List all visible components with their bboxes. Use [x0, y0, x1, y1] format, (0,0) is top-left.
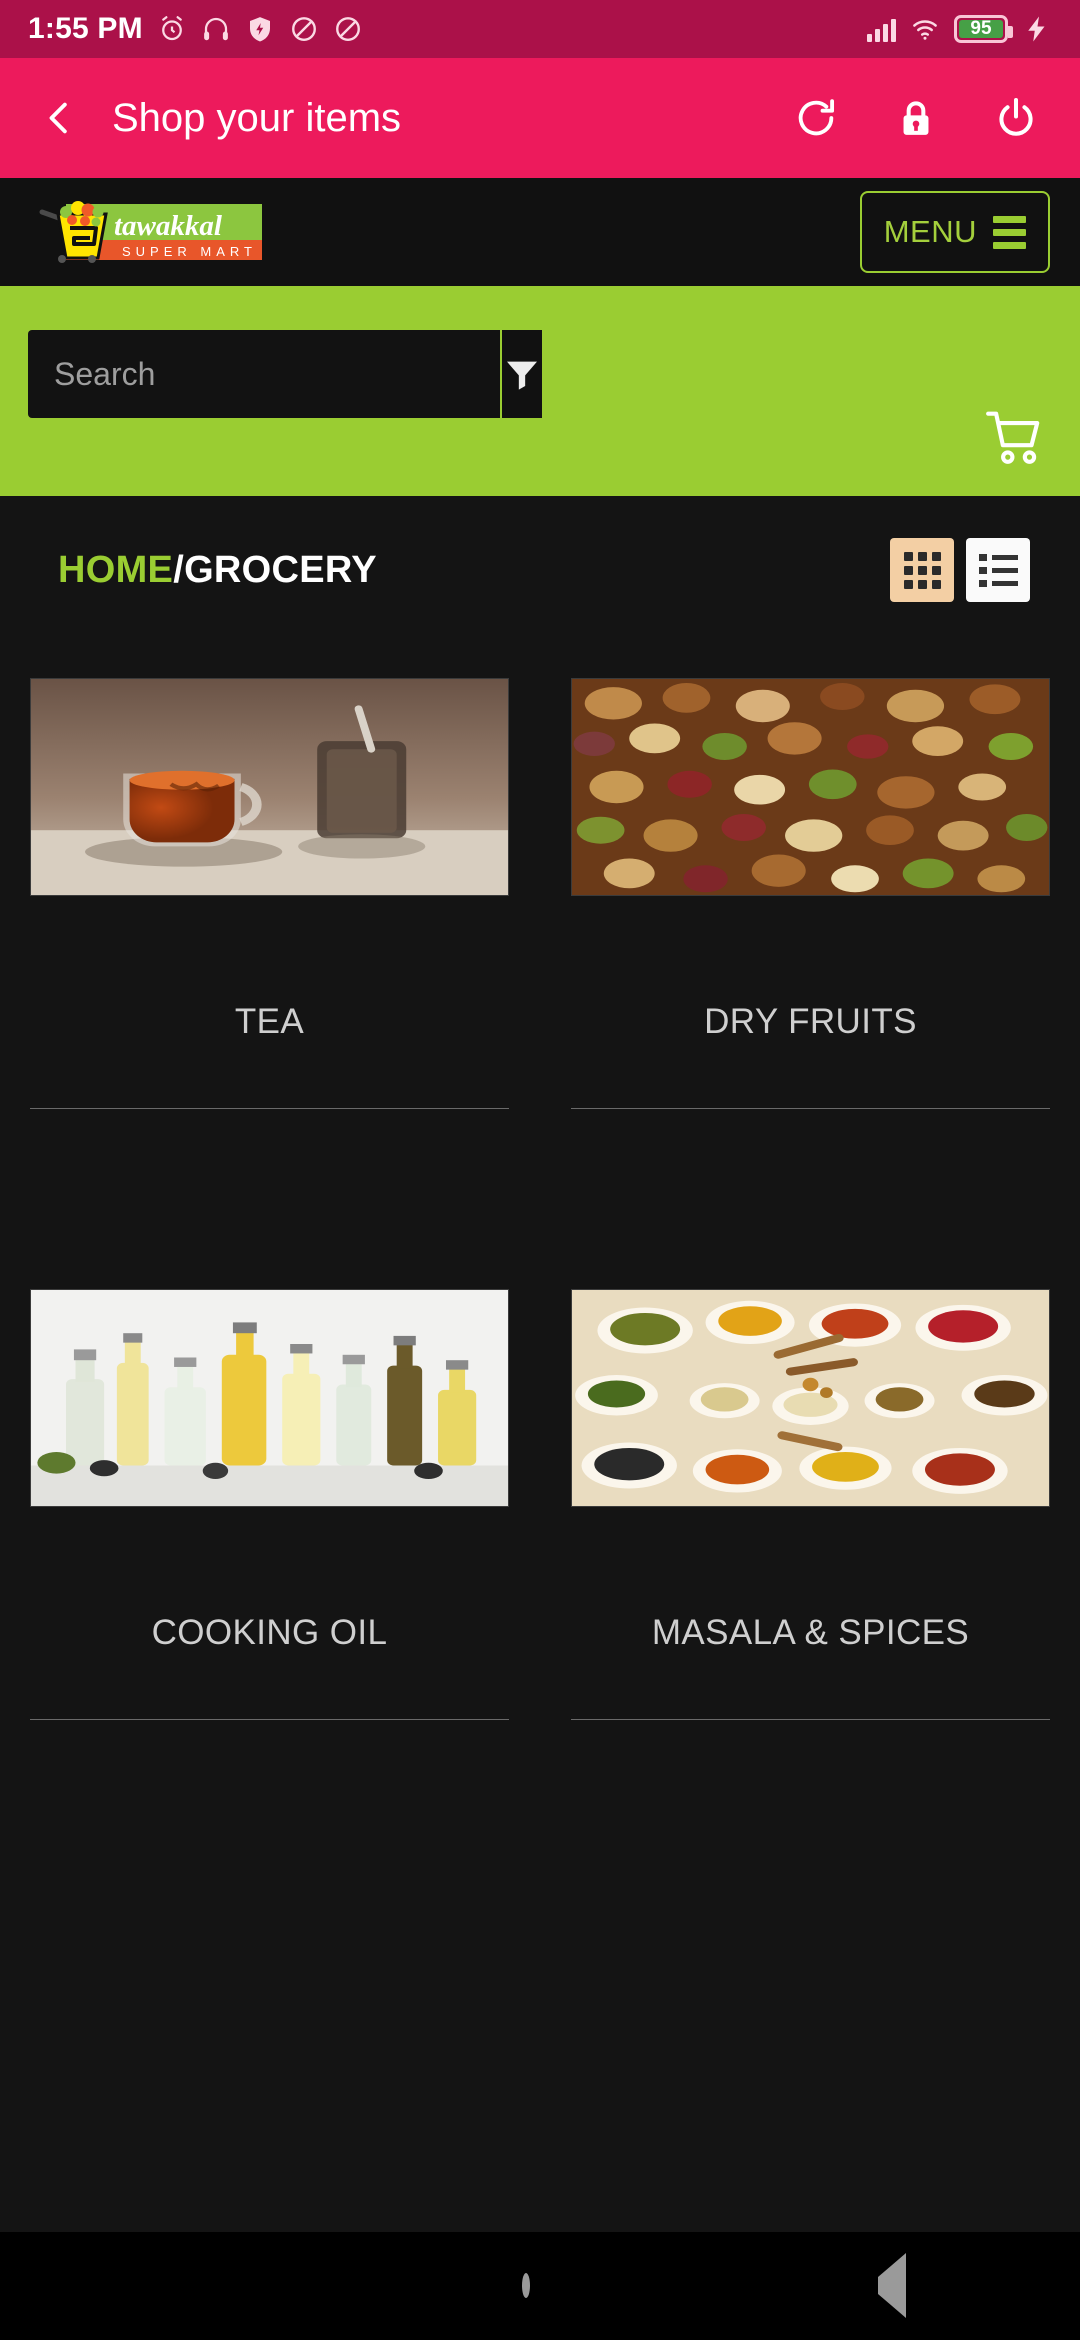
- breadcrumb: HOME/GROCERY: [58, 549, 377, 592]
- card-divider: [571, 1719, 1050, 1720]
- app-bar-actions: [788, 90, 1050, 146]
- status-bar-left: 1:55 PM: [28, 12, 363, 46]
- svg-text:tawakkal: tawakkal: [114, 210, 223, 242]
- cart-button[interactable]: [980, 407, 1050, 474]
- dnd-icon: [291, 17, 316, 41]
- mute-icon: [335, 17, 360, 41]
- category-grid-row2: COOKING OIL MASALA & SPICES: [30, 1237, 1050, 1720]
- signal-icon: [867, 16, 896, 42]
- tawakkal-logo-icon: tawakkal SUPER MART: [39, 201, 262, 263]
- chevron-left-icon: [49, 102, 67, 134]
- lock-button[interactable]: [888, 90, 944, 146]
- home-button[interactable]: [522, 2273, 530, 2298]
- category-thumb-box: [30, 626, 509, 948]
- menu-button[interactable]: MENU: [859, 191, 1050, 273]
- category-thumb-box: [30, 1237, 509, 1559]
- power-icon: [999, 97, 1033, 136]
- app-bar: Shop your items: [0, 58, 1080, 178]
- phone-screen: 1:55 PM 95 Shop your items tawakkal SUPE…: [0, 0, 1080, 2340]
- card-divider: [571, 1108, 1050, 1109]
- category-thumb-box: [571, 626, 1050, 948]
- page-title: Shop your items: [112, 95, 402, 140]
- search-input[interactable]: [28, 330, 500, 418]
- back-button[interactable]: [30, 89, 88, 147]
- category-card[interactable]: DRY FRUITS: [571, 626, 1050, 1109]
- view-toggle: [890, 538, 1050, 602]
- category-card[interactable]: TEA: [30, 626, 509, 1109]
- status-time: 1:55 PM: [28, 12, 143, 45]
- triangle-left-icon: [878, 2253, 906, 2318]
- category-thumb-box: [571, 1237, 1050, 1559]
- filter-icon: [507, 361, 537, 390]
- category-label: TEA: [234, 1002, 305, 1041]
- tea-cup-image: [31, 679, 508, 895]
- shopping-cart-icon: [986, 411, 1040, 464]
- headphones-icon: [203, 17, 228, 41]
- lock-icon: [903, 101, 929, 135]
- charging-bolt-icon: [1028, 16, 1045, 42]
- tea-cup-photo: [30, 678, 509, 896]
- list-view-button[interactable]: [966, 538, 1030, 602]
- category-label: DRY FRUITS: [704, 1002, 917, 1041]
- battery-percent: 95: [970, 18, 992, 39]
- alarm-clock-icon: [161, 16, 182, 41]
- menu-button-label: MENU: [883, 214, 977, 249]
- breadcrumb-separator: /: [173, 548, 185, 591]
- shield-bolt-icon: [249, 17, 270, 42]
- category-label: MASALA & SPICES: [651, 1613, 970, 1652]
- card-divider: [30, 1719, 509, 1720]
- category-card[interactable]: MASALA & SPICES: [571, 1237, 1050, 1720]
- breadcrumb-row: HOME/GROCERY: [30, 496, 1050, 626]
- power-button[interactable]: [988, 90, 1044, 146]
- refresh-button[interactable]: [788, 90, 844, 146]
- grid-row-gap: [30, 1109, 1050, 1237]
- search-band: [0, 286, 1080, 496]
- refresh-icon: [798, 99, 835, 136]
- status-bar-right: 95: [867, 14, 1052, 44]
- main-content: HOME/GROCERY TEA DRY FRUITS COOKING OIL …: [0, 496, 1080, 2232]
- masala-spices-photo: [571, 1289, 1050, 1507]
- list-icon: [978, 553, 1018, 587]
- svg-text:SUPER MART: SUPER MART: [122, 244, 257, 259]
- card-divider: [30, 1108, 509, 1109]
- grid-icon: [903, 551, 941, 589]
- wifi-icon: [913, 20, 937, 40]
- category-label: COOKING OIL: [151, 1613, 388, 1652]
- cooking-oil-image: [31, 1290, 508, 1506]
- search-row: [28, 330, 542, 418]
- android-nav-bar: [0, 2232, 1080, 2340]
- masala-spices-image: [572, 1290, 1049, 1506]
- circle-icon: [522, 2273, 530, 2298]
- category-grid: TEA DRY FRUITS: [30, 626, 1050, 1109]
- back-nav-button[interactable]: [878, 2253, 906, 2318]
- filter-button[interactable]: [500, 330, 542, 418]
- dry-fruits-image: [572, 679, 1049, 895]
- site-logo[interactable]: tawakkal SUPER MART: [30, 198, 262, 266]
- breadcrumb-current: GROCERY: [184, 548, 377, 591]
- battery-icon: 95: [954, 15, 1013, 43]
- site-header: tawakkal SUPER MART MENU: [0, 178, 1080, 286]
- category-card[interactable]: COOKING OIL: [30, 1237, 509, 1720]
- cooking-oil-bottles-photo: [30, 1289, 509, 1507]
- breadcrumb-home[interactable]: HOME: [58, 549, 173, 591]
- hamburger-icon: [993, 215, 1026, 249]
- status-bar: 1:55 PM 95: [0, 0, 1080, 58]
- dry-fruits-photo: [571, 678, 1050, 896]
- grid-view-button[interactable]: [890, 538, 954, 602]
